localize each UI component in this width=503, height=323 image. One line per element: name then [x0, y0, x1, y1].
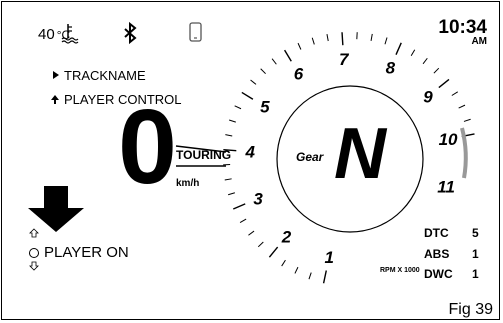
tachometer-minor-tick: [463, 118, 471, 122]
tachometer-number: 9: [423, 87, 433, 106]
gear-value: N: [334, 114, 386, 194]
tachometer-minor-tick: [326, 34, 329, 42]
figure-label: Fig 39: [448, 301, 493, 318]
tachometer-minor-tick: [433, 67, 440, 74]
setting-dwc: DWC 1: [424, 267, 479, 281]
clock-ampm: AM: [471, 36, 487, 47]
tachometer-minor-tick: [239, 218, 247, 224]
tachometer-number: 8: [386, 59, 396, 78]
tachometer-minor-tick: [260, 68, 266, 75]
tachometer-number: 5: [260, 98, 270, 117]
tachometer-major-tick: [341, 32, 344, 46]
setting-abs: ABS 1: [424, 247, 479, 261]
radio-circle-icon: [29, 248, 39, 258]
player-status[interactable]: PLAYER ON: [44, 244, 129, 261]
tachometer-minor-tick: [370, 33, 373, 41]
tachometer-minor-tick: [384, 37, 388, 45]
tachometer-minor-tick: [271, 58, 277, 65]
tachometer-number: 11: [437, 178, 455, 197]
setting-value: 1: [472, 247, 479, 261]
tachometer-minor-tick: [250, 79, 257, 85]
tachometer-number: 6: [294, 64, 304, 83]
tachometer-minor-tick: [228, 119, 236, 123]
tachometer-minor-tick: [225, 134, 233, 137]
riding-mode[interactable]: TOURING: [176, 148, 231, 162]
tachometer-major-tick: [438, 78, 450, 89]
clock: 10:34 AM: [438, 18, 487, 47]
setting-name: DWC: [424, 267, 453, 281]
rpm-unit-label: RPM X 1000: [380, 267, 420, 274]
tachometer-minor-tick: [422, 57, 428, 65]
temperature-readout: 40 °C: [38, 26, 70, 43]
bluetooth-icon: [124, 21, 137, 45]
menu-item-label: TRACKNAME: [64, 68, 146, 83]
menu-item-trackname[interactable]: TRACKNAME: [64, 68, 146, 83]
setting-value: 1: [472, 267, 479, 281]
play-arrow-icon: [53, 71, 59, 79]
tachometer-number: 1: [324, 248, 333, 267]
phone-icon: [189, 22, 202, 42]
speed-unit: km/h: [176, 178, 200, 189]
tachometer-major-tick: [268, 246, 279, 258]
tachometer-major-tick: [232, 203, 246, 210]
tachometer-minor-tick: [294, 266, 299, 274]
temperature-value: 40: [38, 26, 55, 43]
tachometer-major-tick: [322, 270, 327, 284]
tachometer-minor-tick: [224, 178, 232, 181]
tachometer-minor-tick: [311, 37, 315, 45]
tachometer-number: 7: [339, 50, 350, 69]
speed-value: 0: [118, 88, 177, 206]
gear-label: Gear: [296, 150, 324, 164]
setting-value: 5: [472, 226, 479, 240]
tachometer-major-tick: [283, 49, 292, 62]
setting-dtc: DTC 5: [424, 226, 479, 240]
tachometer-minor-tick: [458, 104, 466, 109]
redline-arc: [460, 127, 468, 179]
tachometer-number: 3: [253, 189, 263, 208]
tachometer-minor-tick: [308, 272, 312, 280]
tachometer-minor-tick: [248, 230, 255, 236]
setting-name: ABS: [424, 247, 450, 261]
tachometer-minor-tick: [257, 241, 264, 248]
temperature-unit: °C: [56, 28, 71, 42]
tachometer-minor-tick: [410, 49, 416, 57]
tachometer-minor-tick: [227, 192, 235, 196]
tachometer-minor-tick: [451, 91, 459, 96]
tachometer-major-tick: [395, 42, 402, 55]
tachometer-minor-tick: [281, 259, 286, 267]
tachometer-number: 10: [439, 130, 458, 149]
tachometer-minor-tick: [297, 42, 302, 50]
down-arrow-icon: [28, 186, 84, 232]
clock-time: 10:34: [438, 17, 487, 38]
tachometer-major-tick: [241, 91, 254, 100]
down-hollow-arrow-icon: [29, 261, 39, 271]
tachometer-number: 2: [281, 227, 292, 246]
up-arrow-icon: [51, 95, 59, 104]
tachometer-minor-tick: [234, 105, 242, 110]
setting-name: DTC: [424, 226, 449, 240]
tachometer-number: 4: [245, 143, 256, 162]
up-hollow-arrow-icon: [29, 228, 39, 238]
